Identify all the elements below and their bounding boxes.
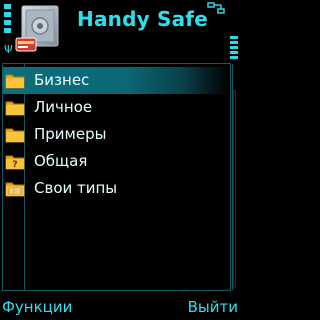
list-item-personal[interactable]: Личное xyxy=(3,94,229,121)
folder-custom-types-icon xyxy=(5,182,25,197)
phone-screen: Ψ Handy Safe Бизнес Личное Примеры ? Общ… xyxy=(0,0,240,320)
list-item-label: Личное xyxy=(34,98,93,116)
folder-icon xyxy=(5,128,25,143)
safe-app-icon xyxy=(15,5,59,52)
list-item-business[interactable]: Бизнес xyxy=(3,67,229,94)
list-item-examples[interactable]: Примеры xyxy=(3,121,229,148)
exit-softkey[interactable]: Выйти xyxy=(188,298,238,316)
scrollbar-thumb[interactable] xyxy=(233,90,236,288)
list-item-general[interactable]: ? Общая xyxy=(3,148,229,175)
title-bar: Ψ Handy Safe xyxy=(0,0,240,62)
list-item-label: Примеры xyxy=(34,125,107,143)
folder-question-icon: ? xyxy=(5,155,25,170)
battery-level-icon xyxy=(229,36,239,62)
list-item-label: Общая xyxy=(34,152,88,170)
app-title: Handy Safe xyxy=(77,7,208,31)
connectivity-icon xyxy=(207,2,225,14)
svg-text:?: ? xyxy=(12,160,17,170)
list-item-custom-types[interactable]: Свои типы xyxy=(3,175,229,202)
softkey-bar: Функции Выйти xyxy=(0,297,240,320)
folder-icon xyxy=(5,74,25,89)
list-item-label: Бизнес xyxy=(34,71,90,89)
folder-icon xyxy=(5,101,25,116)
options-softkey[interactable]: Функции xyxy=(2,298,72,316)
list-item-label: Свои типы xyxy=(34,179,118,197)
folder-list: Бизнес Личное Примеры ? Общая Свои типы xyxy=(3,67,229,202)
